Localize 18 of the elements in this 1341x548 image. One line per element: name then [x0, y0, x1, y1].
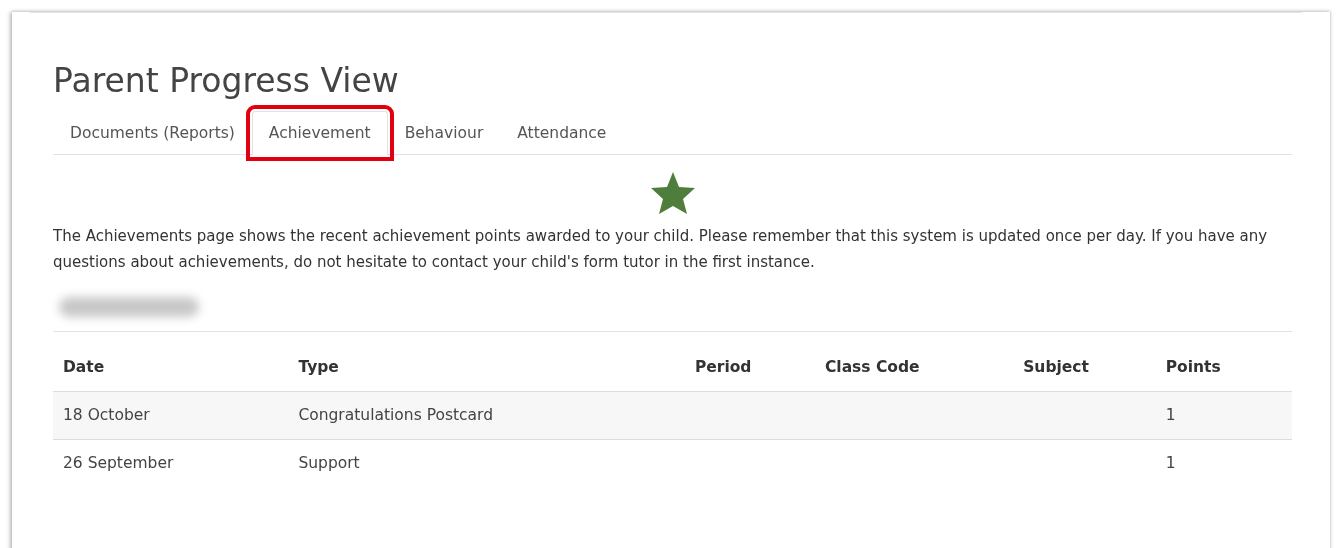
column-header: Type	[288, 343, 685, 392]
column-header: Points	[1155, 343, 1292, 392]
table-cell: 1	[1165, 406, 1176, 425]
table-cell: 18 October	[63, 406, 150, 425]
column-header: Subject	[1013, 343, 1156, 392]
nav-tab[interactable]: Documents (Reports)	[53, 110, 252, 155]
table-cell: 26 September	[63, 454, 174, 473]
table-cell: Congratulations Postcard	[298, 406, 494, 425]
nav-tab[interactable]: Behaviour	[387, 110, 501, 155]
nav-tab[interactable]: Attendance	[500, 110, 624, 155]
intro-paragraph: The Achievements page shows the recent achievement points awarded to your child. Please remember that this system is updated once per day. If you have any questions about achievements, do not hesitate to contact your child's form tutor in the first instance.	[53, 225, 1269, 273]
table-cell: 1	[1165, 454, 1176, 473]
table-cell: Support	[298, 454, 360, 473]
star-icon	[649, 170, 696, 215]
column-header: Period	[684, 343, 815, 392]
column-header: Class Code	[814, 343, 1014, 392]
column-header: Date	[53, 343, 289, 392]
page-title: Parent Progress View	[53, 61, 400, 101]
